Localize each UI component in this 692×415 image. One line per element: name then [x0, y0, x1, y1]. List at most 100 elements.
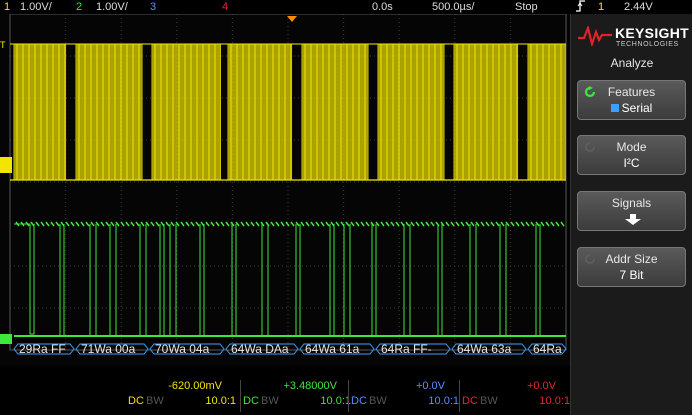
keysight-logo: KEYSIGHT TECHNOLOGIES — [571, 18, 692, 54]
ch4-info[interactable]: +0.0V DC BW 10.0:1 — [462, 380, 570, 412]
ch2-info[interactable]: +3.48000V DC BW 10.0:1 — [243, 380, 351, 412]
timebase-value[interactable]: 500.0µs/ — [432, 0, 474, 14]
ch1-probe: 10.0:1 — [205, 395, 236, 407]
features-value: Serial — [578, 101, 685, 115]
ch2-noise — [90, 221, 95, 227]
ch2-noise — [480, 221, 485, 227]
channel-info-bar: -620.00mV DC BW 10.0:1 +3.48000V DC BW 1… — [0, 368, 570, 415]
ch4-probe: 10.0:1 — [539, 395, 570, 407]
ch2-noise — [430, 221, 435, 227]
divider — [348, 380, 349, 412]
mode-label: Mode — [616, 140, 647, 154]
ch1-info[interactable]: -620.00mV DC BW 10.0:1 — [128, 380, 236, 412]
mode-value: I²C — [623, 156, 640, 170]
decode-packet-frame — [375, 343, 451, 355]
decode-packet-frame — [225, 343, 299, 355]
ch2-noise — [170, 221, 175, 227]
checkbox-icon — [610, 104, 619, 112]
trigger-level-marker[interactable]: T — [0, 40, 6, 50]
ch2-noise — [510, 221, 515, 227]
ch2-noise — [100, 221, 105, 227]
trigger-level[interactable]: 2.44V — [624, 0, 653, 14]
ch2-noise — [540, 221, 545, 227]
ch2-noise — [530, 221, 535, 227]
brand-tagline: TECHNOLOGIES — [616, 41, 679, 48]
ch2-bw: BW — [261, 395, 279, 407]
ch2-noise — [180, 221, 185, 227]
ch2-noise — [550, 221, 555, 227]
ch3-offset: +0.0V — [415, 380, 445, 392]
ch1-scale[interactable]: 1.00V/ — [20, 0, 52, 14]
ch2-noise — [350, 221, 355, 227]
ch2-noise — [240, 221, 245, 227]
features-softkey[interactable]: Features Serial — [577, 80, 686, 120]
ch2-data-waveform — [14, 223, 541, 336]
ch2-noise — [190, 221, 195, 227]
ch4-offset: +0.0V — [526, 380, 556, 392]
ch3-bw: BW — [369, 395, 387, 407]
ch2-noise — [470, 221, 475, 227]
ch2-noise — [380, 221, 385, 227]
ch1-offset: -620.00mV — [168, 380, 222, 392]
ch2-noise — [70, 221, 75, 227]
ch2-scale[interactable]: 1.00V/ — [96, 0, 128, 14]
ch2-noise — [50, 221, 55, 227]
ch2-noise — [120, 221, 125, 227]
ch2-noise — [390, 221, 395, 227]
ch2-noise — [80, 221, 85, 227]
ch2-noise — [450, 221, 455, 227]
ch2-noise — [130, 221, 135, 227]
decode-packet-frame — [527, 343, 567, 355]
ch2-ground-marker[interactable]: 2 — [0, 335, 5, 345]
ch2-noise — [490, 221, 495, 227]
ch2-noise — [40, 221, 45, 227]
keysight-wave-icon — [578, 26, 612, 46]
addr-size-value: 7 Bit — [619, 268, 644, 282]
ch2-noise — [560, 221, 565, 227]
ch2-noise — [290, 221, 295, 227]
ch2-noise — [410, 221, 415, 227]
ch2-noise — [140, 221, 145, 227]
addr-size-label: Addr Size — [605, 252, 658, 266]
softkey-panel: KEYSIGHT TECHNOLOGIES Analyze Features S… — [570, 14, 692, 415]
mode-softkey[interactable]: Mode I²C — [577, 135, 686, 175]
decode-packet-frame — [75, 343, 149, 355]
ch2-noise — [500, 221, 505, 227]
decode-packet-frame — [149, 343, 225, 355]
features-value-text: Serial — [621, 101, 653, 115]
trigger-source[interactable]: 1 — [598, 0, 604, 14]
ch2-noise — [210, 221, 215, 227]
arrow-down-icon — [625, 214, 641, 225]
status-bar: 1 1.00V/ 2 1.00V/ 3 4 0.0s 500.0µs/ Stop… — [0, 0, 692, 14]
delay-value[interactable]: 0.0s — [372, 0, 393, 14]
ch2-noise — [420, 221, 425, 227]
ch2-noise — [300, 221, 305, 227]
ch2-number[interactable]: 2 — [76, 0, 82, 14]
ch2-noise — [310, 221, 315, 227]
ch2-noise — [220, 221, 225, 227]
ch1-ground-marker — [0, 157, 12, 173]
ch3-coupling: DC — [351, 395, 367, 407]
addr-size-softkey[interactable]: Addr Size 7 Bit — [577, 247, 686, 287]
decode-packet-frame — [451, 343, 527, 355]
ch4-number[interactable]: 4 — [222, 0, 228, 14]
decode-packet-frame — [13, 343, 75, 355]
run-state[interactable]: Stop — [515, 0, 538, 14]
ch2-noise — [360, 221, 365, 227]
ch4-coupling: DC — [462, 395, 478, 407]
ch2-coupling: DC — [243, 395, 259, 407]
ch3-number[interactable]: 3 — [150, 0, 156, 14]
ch3-info[interactable]: +0.0V DC BW 10.0:1 — [351, 380, 459, 412]
ch1-bw: BW — [146, 395, 164, 407]
ch3-probe: 10.0:1 — [428, 395, 459, 407]
ch2-noise — [520, 221, 525, 227]
waveform-display[interactable]: T 2 — [0, 13, 570, 366]
signals-label: Signals — [611, 196, 652, 210]
ch2-offset: +3.48000V — [283, 380, 337, 392]
ch1-coupling: DC — [128, 395, 144, 407]
ch2-noise — [280, 221, 285, 227]
ch1-number[interactable]: 1 — [4, 0, 10, 14]
ch2-noise — [150, 221, 155, 227]
divider — [240, 380, 241, 412]
signals-softkey[interactable]: Signals — [577, 191, 686, 231]
